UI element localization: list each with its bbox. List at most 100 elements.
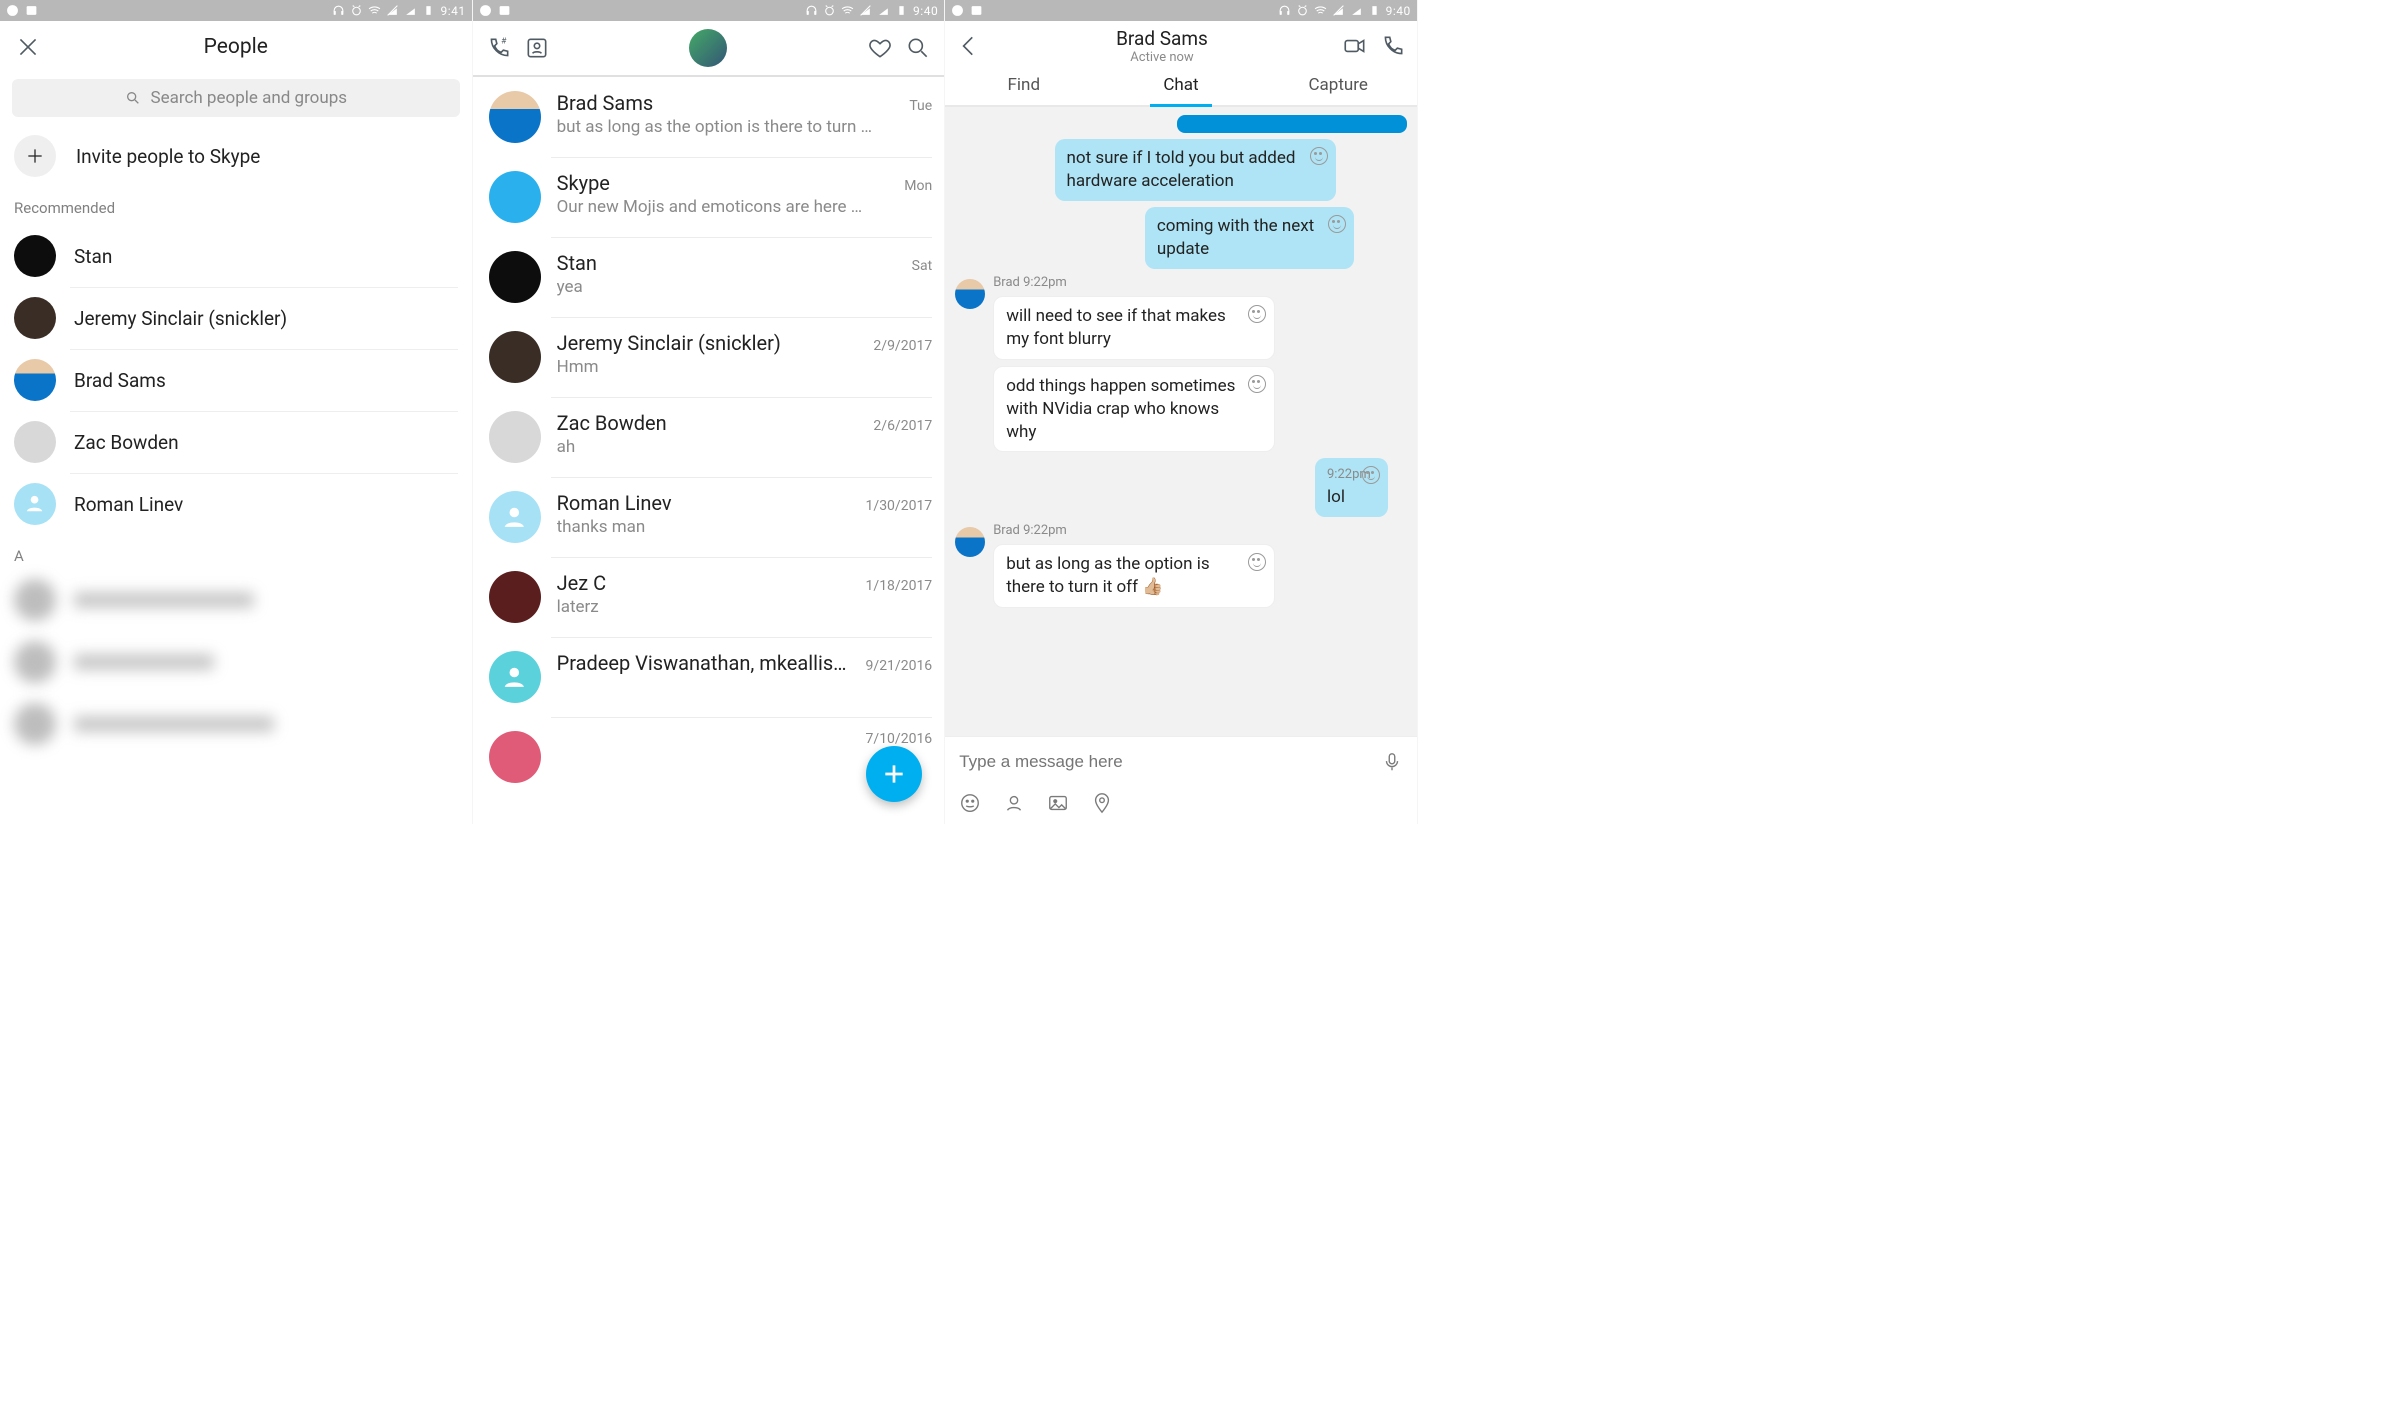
react-icon[interactable] — [1328, 215, 1346, 233]
message-list[interactable]: not sure if I told you but added hardwar… — [945, 107, 1417, 736]
search-icon — [905, 35, 931, 61]
battery-icon — [895, 4, 908, 17]
chat-time: 7/10/2016 — [866, 731, 933, 747]
avatar — [489, 411, 541, 463]
wifi-icon — [1314, 4, 1327, 17]
recommended-label: Recommended — [0, 199, 472, 225]
conversation-header: Brad Sams Active now — [945, 21, 1417, 67]
chats-header: # — [473, 21, 945, 77]
invite-label: Invite people to Skype — [76, 145, 260, 168]
conversation-title: Brad Sams — [983, 27, 1341, 50]
contact-row[interactable]: Brad Sams — [0, 349, 472, 411]
voice-call-button[interactable] — [1379, 32, 1407, 60]
contact-name: Roman Linev — [74, 493, 183, 516]
chat-row[interactable]: StanSat yea — [473, 237, 945, 317]
react-icon[interactable] — [1362, 466, 1380, 484]
page-title: People — [60, 35, 412, 59]
message-time: 9:22pm — [1327, 466, 1352, 484]
chat-preview: but as long as the option is there to tu… — [557, 117, 933, 137]
contact-name: Zac Bowden — [74, 431, 179, 454]
chat-row[interactable]: Roman Linev1/30/2017 thanks man — [473, 477, 945, 557]
invite-row[interactable]: Invite people to Skype — [0, 117, 472, 199]
contact-icon[interactable] — [1003, 792, 1025, 814]
avatar — [489, 171, 541, 223]
contact-row[interactable]: Zac Bowden — [0, 411, 472, 473]
close-button[interactable] — [14, 33, 42, 61]
battery-icon — [1368, 4, 1381, 17]
react-icon[interactable] — [1248, 553, 1266, 571]
chat-row[interactable]: Jeremy Sinclair (snickler)2/9/2017 Hmm — [473, 317, 945, 397]
close-icon — [15, 34, 41, 60]
search-button[interactable] — [904, 34, 932, 62]
headphones-icon — [805, 4, 818, 17]
back-button[interactable] — [955, 32, 983, 60]
search-input[interactable]: Search people and groups — [12, 79, 460, 117]
status-bar: 9:40 — [473, 0, 945, 21]
conversation-tabs: Find Chat Capture — [945, 67, 1417, 107]
status-bar: 9:41 — [0, 0, 472, 21]
search-placeholder: Search people and groups — [151, 88, 348, 108]
message-bubble[interactable]: but as long as the option is there to tu… — [993, 544, 1275, 608]
no-sim-icon — [386, 4, 399, 17]
image-icon — [498, 4, 511, 17]
avatar — [489, 331, 541, 383]
tab-chat[interactable]: Chat — [1102, 67, 1259, 105]
message-row: Brad 9:22pm but as long as the option is … — [955, 523, 1407, 608]
search-icon — [125, 90, 141, 106]
contact-card-icon — [524, 35, 550, 61]
image-icon — [970, 4, 983, 17]
message-bubble[interactable]: will need to see if that makes my font b… — [993, 296, 1275, 360]
react-icon[interactable] — [1248, 375, 1266, 393]
chat-time: 1/18/2017 — [866, 578, 933, 594]
chat-list[interactable]: Brad SamsTue but as long as the option i… — [473, 77, 945, 824]
message-bubble[interactable]: coming with the next update — [1145, 207, 1355, 269]
react-icon[interactable] — [1248, 305, 1266, 323]
image-icon — [25, 4, 38, 17]
favorites-button[interactable] — [866, 34, 894, 62]
gallery-icon[interactable] — [1047, 792, 1069, 814]
chat-row[interactable]: Pradeep Viswanathan, mkeallis…9/21/2016 — [473, 637, 945, 717]
location-icon[interactable] — [1091, 792, 1113, 814]
message-row: coming with the next update — [955, 207, 1407, 269]
message-bubble[interactable]: not sure if I told you but added hardwar… — [1055, 139, 1337, 201]
message-bubble[interactable]: 9:22pmlol — [1315, 458, 1388, 516]
message-input[interactable] — [959, 752, 1369, 772]
chat-row[interactable]: Zac Bowden2/6/2017 ah — [473, 397, 945, 477]
chat-row[interactable]: Jez C1/18/2017 laterz — [473, 557, 945, 637]
spotify-icon — [951, 4, 964, 17]
tab-capture[interactable]: Capture — [1260, 67, 1417, 105]
contact-row[interactable]: Stan — [0, 225, 472, 287]
microphone-icon[interactable] — [1381, 751, 1403, 773]
chat-name: Zac Bowden — [557, 411, 667, 435]
message-row: odd things happen sometimes with NVidia … — [955, 366, 1407, 453]
message-sender: Brad 9:22pm — [993, 523, 1345, 538]
message-composer — [945, 736, 1417, 786]
contact-row[interactable]: Jeremy Sinclair (snickler) — [0, 287, 472, 349]
wifi-icon — [841, 4, 854, 17]
my-avatar[interactable] — [689, 29, 727, 67]
avatar — [955, 279, 985, 309]
contact-name: Stan — [74, 245, 112, 268]
video-call-button[interactable] — [1341, 32, 1369, 60]
avatar — [14, 297, 56, 339]
dialer-button[interactable]: # — [485, 34, 513, 62]
chat-preview: thanks man — [557, 517, 933, 537]
chat-row[interactable]: SkypeMon Our new Mojis and emoticons are… — [473, 157, 945, 237]
new-chat-fab[interactable] — [866, 746, 922, 802]
message-sender: Brad 9:22pm — [993, 275, 1345, 290]
signal-icon — [1350, 4, 1363, 17]
tab-find[interactable]: Find — [945, 67, 1102, 105]
chat-time: Mon — [904, 178, 932, 194]
contact-row[interactable]: Roman Linev — [0, 473, 472, 535]
message-bubble[interactable]: odd things happen sometimes with NVidia … — [993, 366, 1275, 453]
avatar — [14, 359, 56, 401]
contacts-button[interactable] — [523, 34, 551, 62]
emoji-icon[interactable] — [959, 792, 981, 814]
message-text: but as long as the option is there to tu… — [1006, 554, 1209, 597]
chat-row[interactable]: Brad SamsTue but as long as the option i… — [473, 77, 945, 157]
chevron-left-icon — [956, 33, 982, 59]
chat-name: Jeremy Sinclair (snickler) — [557, 331, 781, 355]
people-screen: 9:41 People Search people and groups Inv… — [0, 0, 473, 824]
react-icon[interactable] — [1310, 147, 1328, 165]
battery-icon — [422, 4, 435, 17]
